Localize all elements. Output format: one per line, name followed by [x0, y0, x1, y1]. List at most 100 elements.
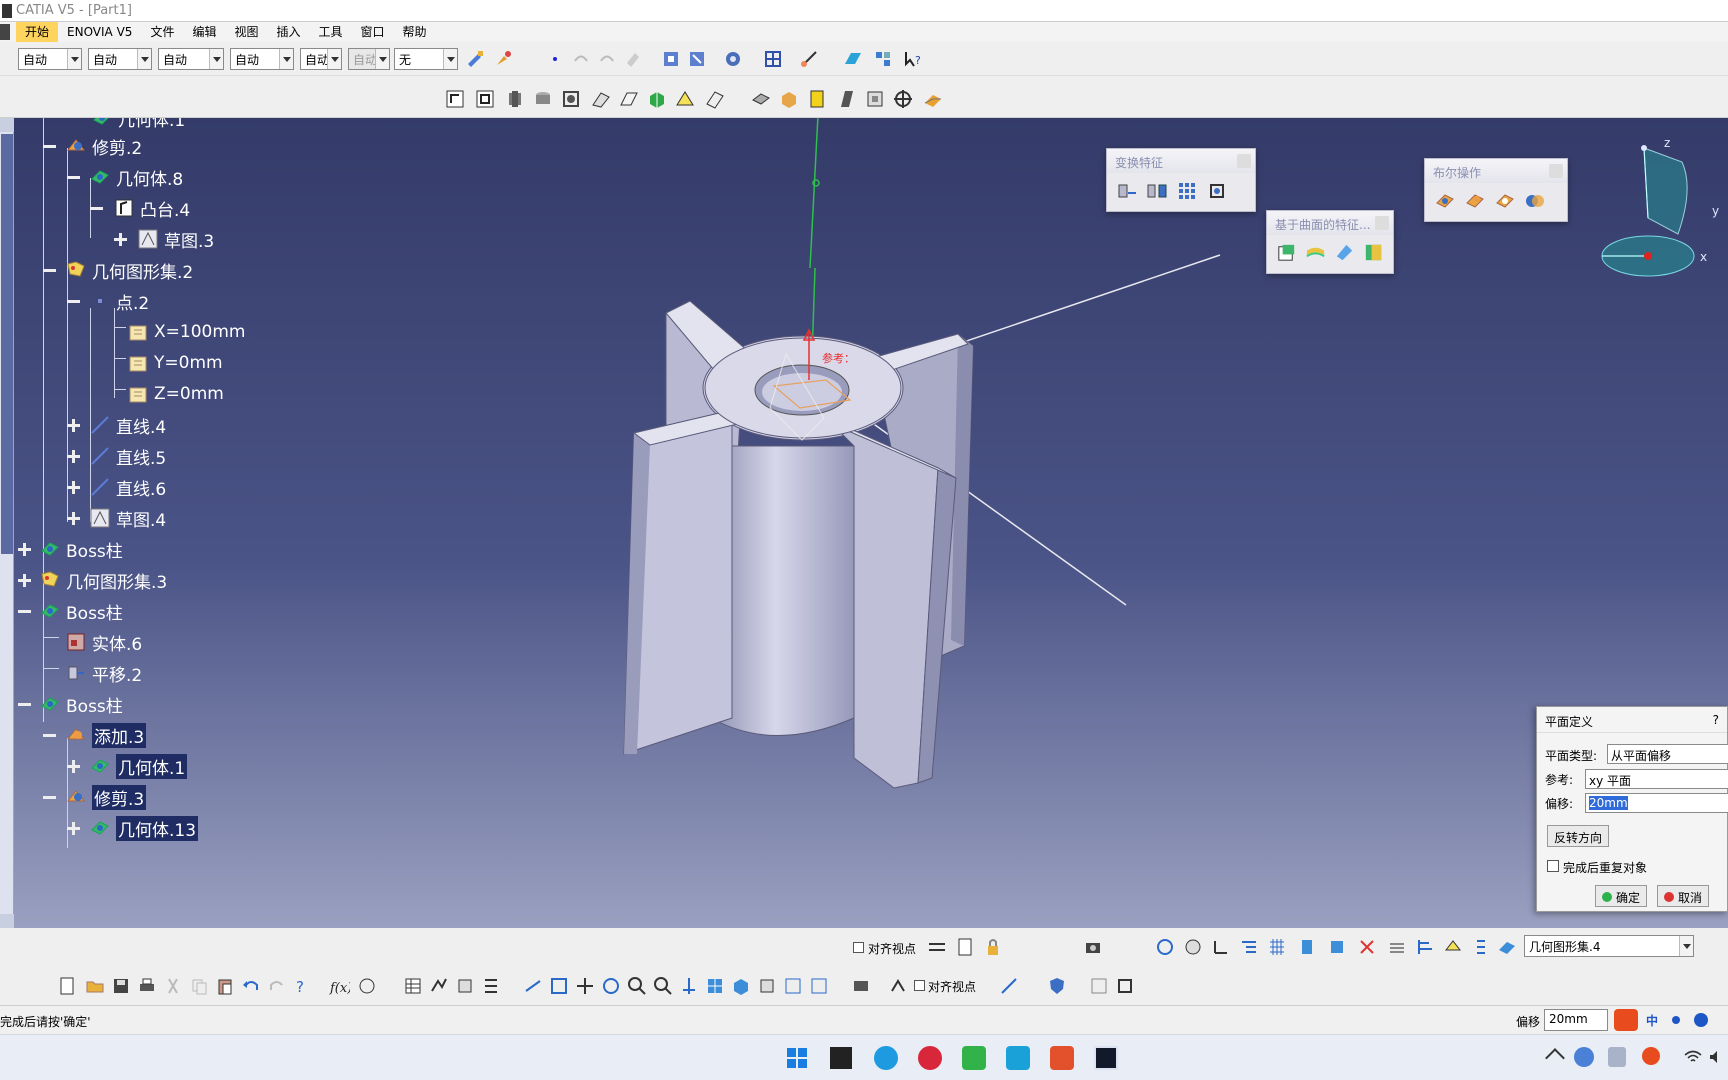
translate-tool-icon[interactable]: [1115, 179, 1139, 203]
tree-node-sketch-3[interactable]: 草图.3: [136, 227, 214, 252]
transform-features-toolbar[interactable]: 变换特征: [1106, 148, 1256, 212]
iso-view-icon[interactable]: [730, 975, 752, 997]
intersect-tool-icon[interactable]: [1523, 189, 1547, 213]
tree-node-trim-3[interactable]: 修剪.3: [64, 784, 147, 810]
status-offset-input[interactable]: 20mm: [1544, 1009, 1608, 1031]
scroll-thumb[interactable]: [1, 134, 13, 554]
transparency-combo[interactable]: 自动: [88, 48, 152, 70]
tray-app-icon[interactable]: [1574, 1047, 1594, 1067]
close-icon[interactable]: [1237, 154, 1251, 168]
tree-node-trim-2[interactable]: 修剪.2: [64, 134, 142, 159]
highlight-icon[interactable]: [1442, 936, 1464, 958]
dimension-icon[interactable]: [926, 936, 948, 958]
plane-tool-icon[interactable]: [842, 48, 864, 70]
thickness-tool-icon[interactable]: [864, 88, 886, 110]
text-annotation-icon[interactable]: [888, 975, 910, 997]
menu-enovia[interactable]: ENOVIA V5: [58, 22, 141, 42]
catia-taskbar-icon[interactable]: [1094, 1046, 1118, 1070]
3d-scene[interactable]: [14, 118, 1728, 928]
tree-expand-toggle[interactable]: [67, 481, 80, 494]
tree-node-geometrical-set-3[interactable]: 几何图形集.3: [38, 568, 167, 593]
fillet-tool-icon[interactable]: [750, 88, 772, 110]
hole-tool-icon[interactable]: [560, 88, 582, 110]
save-icon[interactable]: [110, 975, 132, 997]
measure-icon[interactable]: [798, 48, 820, 70]
add-tool-icon[interactable]: [1463, 189, 1487, 213]
ok-button[interactable]: 确定: [1595, 885, 1648, 907]
hide-show-icon[interactable]: [782, 975, 804, 997]
tree-node-sketch-4[interactable]: 草图.4: [88, 506, 166, 531]
menu-edit[interactable]: 编辑: [183, 22, 225, 42]
whats-this-icon[interactable]: ?: [902, 48, 924, 70]
tree-node-body-1[interactable]: 几何体.1: [88, 753, 188, 779]
green-app-icon[interactable]: [962, 1046, 986, 1070]
painter-icon[interactable]: [464, 48, 486, 70]
tree-expand-toggle[interactable]: [18, 574, 31, 587]
reverse-direction-button[interactable]: 反转方向: [1547, 825, 1610, 847]
tree-node-body-1-top[interactable]: 几何体.1: [90, 118, 185, 131]
select-window-icon[interactable]: [660, 48, 682, 70]
layer-combo[interactable]: 无: [394, 48, 458, 70]
boolean-operations-toolbar[interactable]: 布尔操作: [1424, 158, 1568, 222]
menu-start[interactable]: 开始: [16, 22, 59, 42]
tree-node-line-4[interactable]: 直线.4: [88, 413, 166, 438]
tree-expand-toggle[interactable]: [67, 822, 80, 835]
tree-collapse-toggle[interactable]: [67, 295, 80, 308]
measure-between-icon[interactable]: [998, 975, 1020, 997]
wifi-icon[interactable]: [1684, 1049, 1702, 1065]
tree-node-translate-2[interactable]: 平移.2: [64, 661, 142, 686]
rotate-icon[interactable]: [600, 975, 622, 997]
menu-tools[interactable]: 工具: [310, 22, 352, 42]
edge-browser-icon[interactable]: [874, 1046, 898, 1070]
redo-icon[interactable]: [266, 975, 288, 997]
new-file-icon[interactable]: [56, 975, 78, 997]
netease-music-icon[interactable]: [918, 1046, 942, 1070]
remote-desktop-icon[interactable]: [1006, 1046, 1030, 1070]
point-icon[interactable]: [544, 48, 566, 70]
point-type-combo[interactable]: 自动: [300, 48, 342, 70]
tree-node-body-13[interactable]: 几何体.13: [88, 815, 199, 841]
tree-collapse-toggle[interactable]: [18, 605, 31, 618]
catalog-icon[interactable]: [872, 48, 894, 70]
whats-this-icon[interactable]: ?: [292, 975, 314, 997]
3d-viewport[interactable]: 参考： 几何体.1 修剪.2 几何体.8 凸台.4 草图.3 几何图形集.2 点…: [14, 118, 1728, 928]
tree-node-boss-1[interactable]: Boss柱: [38, 537, 123, 562]
tree-node-line-6[interactable]: 直线.6: [88, 475, 166, 500]
volume-icon[interactable]: [1708, 1049, 1724, 1065]
tree-collapse-toggle[interactable]: [43, 729, 56, 742]
fly-mode-icon[interactable]: [522, 975, 544, 997]
tree-node-param-z[interactable]: Z=0mm: [126, 382, 224, 406]
menu-window[interactable]: 窗口: [352, 22, 394, 42]
redo-gray-icon[interactable]: [596, 48, 618, 70]
menu-view[interactable]: 视图: [225, 22, 267, 42]
tree-collapse-toggle[interactable]: [43, 791, 56, 804]
tree-collapse-toggle[interactable]: [67, 171, 80, 184]
axis-system-icon[interactable]: [892, 88, 914, 110]
tree-expand-toggle[interactable]: [67, 450, 80, 463]
sew-surface-tool-icon[interactable]: [1362, 241, 1385, 265]
surface-based-features-toolbar[interactable]: 基于曲面的特征...: [1266, 210, 1394, 274]
document-icon[interactable]: [954, 936, 976, 958]
loft-tool-icon[interactable]: [674, 88, 696, 110]
pan-icon[interactable]: [574, 975, 596, 997]
tree-node-add-3[interactable]: 添加.3: [64, 722, 147, 748]
grid-icon[interactable]: [762, 48, 784, 70]
mirror-tool-icon[interactable]: [1145, 179, 1169, 203]
layers-icon[interactable]: [1386, 936, 1408, 958]
menu-file[interactable]: 文件: [141, 22, 183, 42]
render-style-icon[interactable]: [756, 975, 778, 997]
normal-view-icon[interactable]: [678, 975, 700, 997]
assemble-tool-icon[interactable]: [1433, 189, 1457, 213]
shield-icon[interactable]: [1046, 975, 1068, 997]
layout-icon[interactable]: [1088, 975, 1110, 997]
knowledge-icon[interactable]: [356, 975, 378, 997]
law-icon[interactable]: [428, 975, 450, 997]
open-folder-icon[interactable]: [84, 975, 106, 997]
reference-field[interactable]: xy 平面: [1585, 769, 1728, 789]
close-icon[interactable]: [1375, 216, 1389, 230]
formula-icon[interactable]: f(x): [328, 975, 352, 997]
tree-layout-icon[interactable]: [1238, 936, 1260, 958]
table-icon[interactable]: [402, 975, 424, 997]
tree-node-geometrical-set-2[interactable]: 几何图形集.2: [64, 258, 193, 283]
list-icon[interactable]: [1470, 936, 1492, 958]
